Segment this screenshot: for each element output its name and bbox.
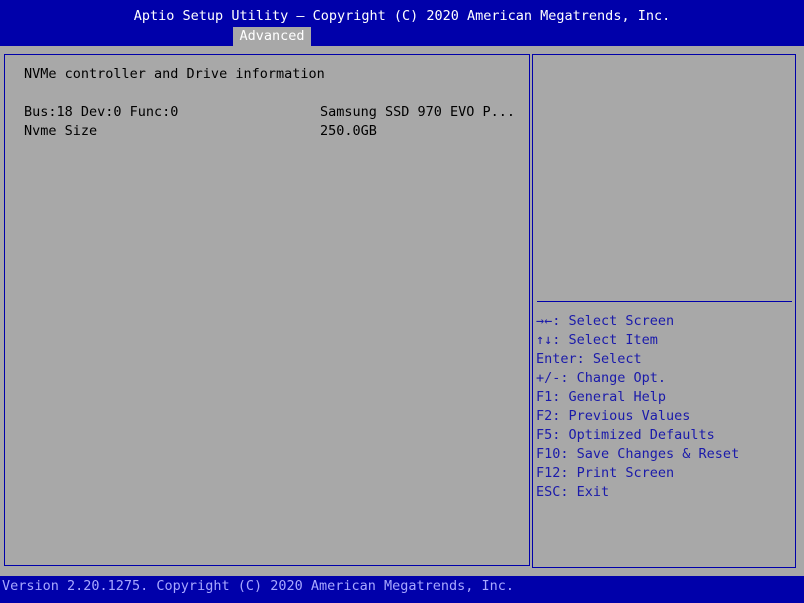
section-title: NVMe controller and Drive information (24, 66, 325, 82)
help-divider (537, 301, 792, 302)
help-general-help: F1: General Help (536, 389, 667, 405)
help-previous-values: F2: Previous Values (536, 408, 691, 424)
help-print-screen: F12: Print Screen (536, 465, 675, 481)
main-panel: NVMe controller and Drive information Bu… (4, 54, 530, 566)
app-title: Aptio Setup Utility – Copyright (C) 2020… (133, 8, 671, 24)
help-select-item: ↑↓: Select Item (536, 332, 658, 348)
tab-advanced[interactable]: Advanced (233, 27, 311, 46)
footer-bar: Version 2.20.1275. Copyright (C) 2020 Am… (0, 576, 804, 603)
row-size-label: Nvme Size (24, 123, 98, 139)
row-bus-value: Samsung SSD 970 EVO P... (320, 104, 516, 120)
help-save-reset: F10: Save Changes & Reset (536, 446, 740, 462)
row-size-value: 250.0GB (320, 123, 377, 139)
version-text: Version 2.20.1275. Copyright (C) 2020 Am… (2, 578, 515, 594)
help-exit: ESC: Exit (536, 484, 610, 500)
help-optimized-defaults: F5: Optimized Defaults (536, 427, 715, 443)
help-panel: →←: Select Screen ↑↓: Select Item Enter:… (532, 54, 796, 568)
help-change-opt: +/-: Change Opt. (536, 370, 667, 386)
header-bar: Aptio Setup Utility – Copyright (C) 2020… (0, 0, 804, 46)
help-select-screen: →←: Select Screen (536, 313, 675, 329)
row-bus-label: Bus:18 Dev:0 Func:0 (24, 104, 179, 120)
help-enter-select: Enter: Select (536, 351, 642, 367)
